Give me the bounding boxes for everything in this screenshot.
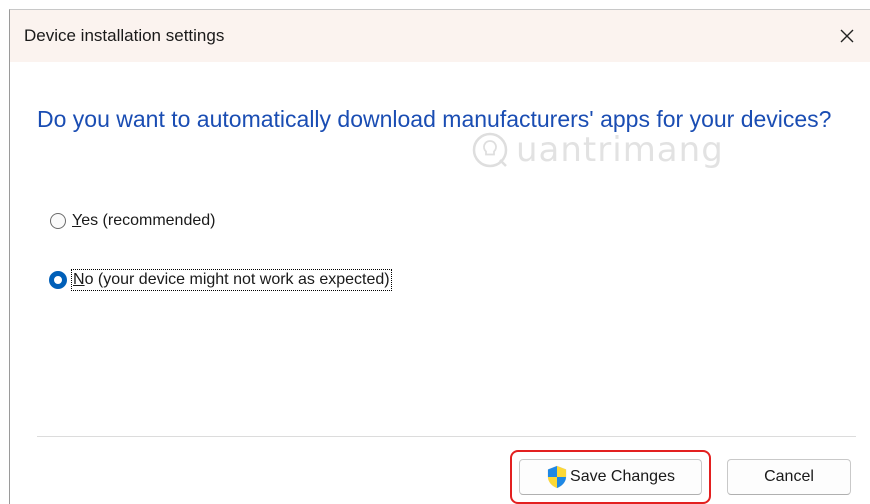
radio-button-selected[interactable] [49, 271, 67, 289]
watermark-logo-icon [472, 132, 508, 168]
save-button-label: Save Changes [570, 468, 675, 485]
save-changes-button[interactable]: Save Changes [519, 459, 702, 495]
close-icon [840, 29, 854, 43]
dialog-content: Do you want to automatically download ma… [10, 62, 870, 504]
cancel-button-label: Cancel [764, 468, 814, 485]
window-title: Device installation settings [24, 26, 225, 45]
radio-label-no: No (your device might not work as expect… [71, 269, 392, 291]
radio-label-yes: Yes (recommended) [72, 212, 216, 229]
question-heading: Do you want to automatically download ma… [37, 106, 832, 132]
cancel-button[interactable]: Cancel [727, 459, 851, 495]
divider [37, 436, 856, 437]
watermark-text: uantrimang [516, 130, 724, 170]
watermark: uantrimang [470, 130, 724, 170]
radio-option-no[interactable]: No (your device might not work as expect… [49, 269, 392, 291]
radio-option-yes[interactable]: Yes (recommended) [50, 212, 215, 230]
uac-shield-icon [547, 465, 567, 489]
dialog-window: Device installation settings Do you want… [9, 9, 870, 504]
title-bar[interactable]: Device installation settings [10, 10, 870, 62]
radio-button-unselected[interactable] [50, 213, 66, 229]
close-button[interactable] [824, 10, 870, 62]
